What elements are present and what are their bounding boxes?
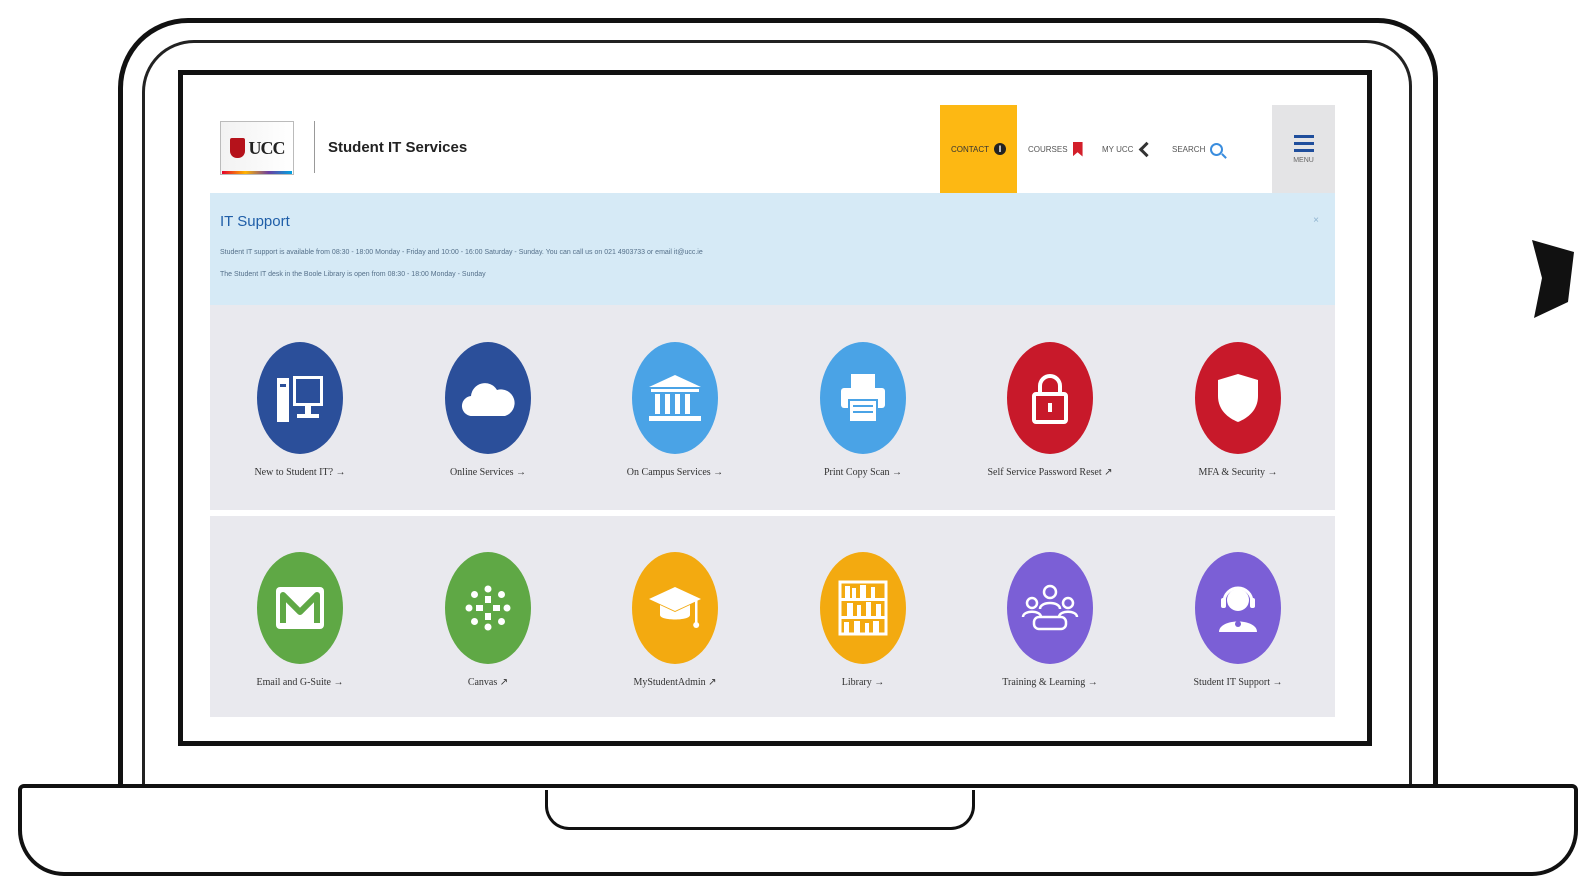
tile-new-to-student-it[interactable]: New to Student IT? → [225, 342, 375, 478]
tile-circle [257, 342, 343, 454]
row-divider [210, 510, 1335, 516]
logo-color-strip [222, 171, 292, 174]
tile-circle [445, 342, 531, 454]
page-title: Student IT Services [328, 139, 468, 156]
laptop-trackpad-notch [545, 790, 975, 830]
tile-print-copy-scan[interactable]: Print Copy Scan → [788, 342, 938, 478]
tile-label: On Campus Services → [626, 467, 724, 478]
alert-text-desk: The Student IT desk in the Boole Library… [220, 271, 486, 278]
ucc-logo[interactable]: UCC [220, 121, 294, 175]
tile-label: Email and G-Suite → [256, 677, 344, 688]
nav-courses[interactable]: Courses [1028, 105, 1083, 193]
bookmark-icon [1072, 141, 1083, 157]
tile-self-service-password-reset[interactable]: Self Service Password Reset ↗ [975, 342, 1125, 478]
tile-circle [632, 552, 718, 664]
info-icon: i [994, 143, 1007, 155]
tile-label: New to Student IT? → [254, 467, 346, 478]
search-icon [1210, 142, 1224, 156]
shield-icon [1218, 374, 1258, 422]
alert-close-button[interactable]: × [1313, 215, 1319, 226]
website: UCC Student IT Services Contact i Course… [210, 105, 1335, 717]
tile-label: Student IT Support → [1193, 677, 1283, 688]
doodle-mark [1532, 240, 1574, 318]
services-row-1: New to Student IT? → Online Services → O… [210, 307, 1335, 509]
tile-training-learning[interactable]: Training & Learning → [975, 552, 1125, 688]
tile-circle [445, 552, 531, 664]
menu-label: MENU [1293, 156, 1314, 164]
tile-canvas[interactable]: Canvas ↗ [413, 552, 563, 688]
tile-circle [820, 552, 906, 664]
nav-search-label: Search [1172, 144, 1206, 154]
tile-circle [1195, 552, 1281, 664]
tile-mystudentadmin[interactable]: MyStudentAdmin ↗ [600, 552, 750, 688]
padlock-icon [1032, 374, 1068, 424]
tile-label: Self Service Password Reset ↗ [987, 467, 1113, 478]
nav-my-ucc-label: My UCC [1102, 144, 1134, 154]
nav-search[interactable]: Search [1172, 105, 1224, 193]
computer-icon [277, 376, 323, 422]
tile-email-g-suite[interactable]: Email and G-Suite → [225, 552, 375, 688]
logo-text: UCC [248, 137, 286, 158]
tile-label: Library → [841, 677, 885, 688]
tile-online-services[interactable]: Online Services → [413, 342, 563, 478]
tile-label: Canvas ↗ [467, 677, 509, 688]
crest-icon [229, 138, 245, 158]
chevron-left-icon [1139, 141, 1155, 157]
nav-contact-label: Contact [950, 144, 990, 154]
header-divider [314, 121, 315, 173]
nav-contact[interactable]: Contact i [940, 105, 1017, 193]
canvas-icon [465, 585, 511, 631]
tile-mfa-security[interactable]: MFA & Security → [1163, 342, 1313, 478]
graduation-cap-icon [649, 587, 701, 628]
tile-label: Print Copy Scan → [823, 467, 903, 478]
tile-circle [1195, 342, 1281, 454]
tile-student-it-support[interactable]: Student IT Support → [1163, 552, 1313, 688]
tile-label: Training & Learning → [1002, 677, 1098, 688]
tile-label: MFA & Security → [1198, 467, 1278, 478]
services-row-2: Email and G-Suite → Canvas ↗ MyStudentAd… [210, 517, 1335, 717]
support-agent-icon [1219, 586, 1257, 632]
tile-circle [1007, 342, 1093, 454]
tile-circle [257, 552, 343, 664]
group-icon [1021, 584, 1079, 631]
hamburger-icon [1293, 134, 1314, 152]
alert-title: IT Support [220, 213, 290, 230]
alert-text-hours: Student IT support is available from 08:… [220, 249, 703, 256]
building-icon [649, 375, 701, 421]
tile-circle [632, 342, 718, 454]
tile-circle [820, 342, 906, 454]
tile-library[interactable]: Library → [788, 552, 938, 688]
tile-label: Online Services → [449, 467, 527, 478]
tile-circle [1007, 552, 1093, 664]
bookshelf-icon [838, 580, 888, 636]
menu-button[interactable]: MENU [1272, 105, 1335, 193]
tile-label: MyStudentAdmin ↗ [633, 677, 717, 688]
it-support-alert: IT Support × Student IT support is avail… [210, 193, 1335, 305]
nav-my-ucc[interactable]: My UCC [1102, 105, 1155, 193]
nav-courses-label: Courses [1028, 144, 1068, 154]
cloud-icon [461, 383, 515, 417]
gmail-icon [276, 587, 324, 629]
printer-icon [841, 374, 885, 423]
tile-on-campus-services[interactable]: On Campus Services → [600, 342, 750, 478]
site-header: UCC Student IT Services Contact i Course… [210, 105, 1335, 193]
